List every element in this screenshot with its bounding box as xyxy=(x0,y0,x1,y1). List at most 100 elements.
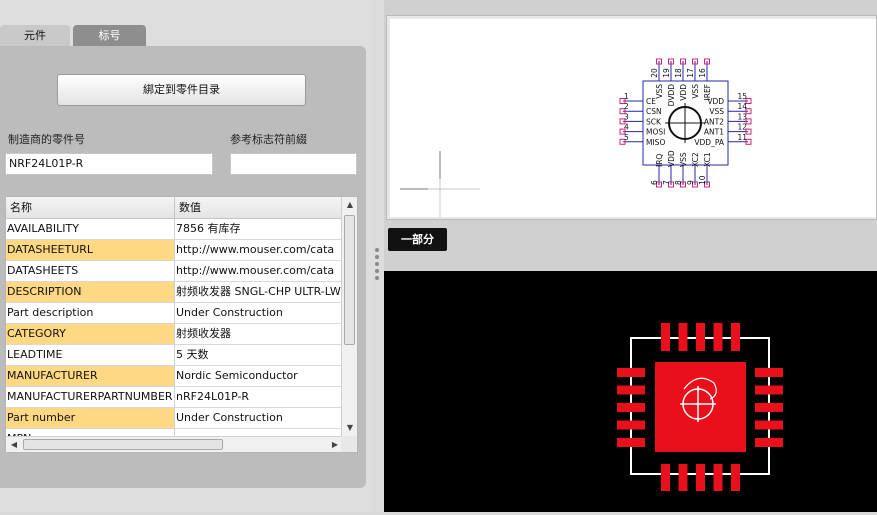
pin-name: VSS xyxy=(679,152,688,167)
table-header: 名称 数值 xyxy=(6,197,343,219)
table-row[interactable]: MANUFACTURER Nordic Semiconductor xyxy=(6,366,343,387)
footprint-pad xyxy=(731,464,740,491)
pin-number: 13 xyxy=(737,112,747,121)
property-value-cell[interactable]: 射频收发器 SNGL-CHP ULTR-LW xyxy=(175,282,343,302)
vertical-scrollbar[interactable]: ▲ ▼ xyxy=(341,197,357,436)
scrollbar-corner xyxy=(341,436,357,452)
bind-to-parts-catalog-button[interactable]: 綁定到零件目录 xyxy=(57,74,306,106)
table-row[interactable]: Part number Under Construction xyxy=(6,408,343,429)
property-name-cell: DATASHEETS xyxy=(6,261,175,281)
footprint-pad xyxy=(755,368,783,377)
property-value-cell[interactable]: nRF24L01P-R xyxy=(175,387,343,407)
property-name-cell: MANUFACTURER xyxy=(6,366,175,386)
table-row[interactable]: LEADTIME 5 天数 xyxy=(6,345,343,366)
horizontal-scrollbar[interactable]: ◀ ▶ xyxy=(6,436,343,452)
pin-number: 5 xyxy=(624,133,629,142)
column-header-value[interactable]: 数值 xyxy=(175,197,343,219)
table-row[interactable]: MANUFACTURERPARTNUMBER nRF24L01P-R xyxy=(6,387,343,408)
footprint-pad xyxy=(661,464,670,491)
pin-name: DVDD xyxy=(667,84,676,107)
vertical-scroll-thumb[interactable] xyxy=(344,215,355,345)
tab-designator[interactable]: 标号 xyxy=(73,25,146,46)
pin-number: 18 xyxy=(674,68,683,78)
pin-number: 4 xyxy=(624,123,629,132)
manufacturer-part-input[interactable]: NRF24L01P-R xyxy=(5,153,213,175)
pin-name: XC2 xyxy=(691,152,700,167)
pcb-footprint-preview xyxy=(384,271,877,512)
pin-name: SCK xyxy=(646,117,662,126)
footprint-pad xyxy=(678,323,688,351)
table-row[interactable]: DATASHEETURL http://www.mouser.com/cata xyxy=(6,240,343,261)
property-name-cell: MANUFACTURERPARTNUMBER xyxy=(6,387,175,407)
origin-crosshair xyxy=(400,151,480,217)
footprint-pad xyxy=(713,464,723,491)
property-value-cell[interactable]: Nordic Semiconductor xyxy=(175,366,343,386)
footprint-pad xyxy=(617,385,645,395)
footprint-pad xyxy=(661,323,670,351)
table-row[interactable]: DESCRIPTION 射频收发器 SNGL-CHP ULTR-LW xyxy=(6,282,343,303)
pin-number: 16 xyxy=(698,68,707,78)
pin-name: VDD xyxy=(667,150,676,167)
pin-number: 10 xyxy=(698,175,707,185)
pin-number: 20 xyxy=(650,68,659,78)
table-row[interactable]: AVAILABILITY 7856 有库存 xyxy=(6,219,343,240)
property-name-cell: CATEGORY xyxy=(6,324,175,344)
property-value-cell[interactable]: http://www.mouser.com/cata xyxy=(175,261,343,281)
schematic-preview-frame: 1 CE 15 VDD 20 VSS 6 IRQ 2 CSN 14 VSS 19 DVDD 7 VDD 3 SCK… xyxy=(386,15,877,220)
property-value-cell[interactable]: 5 天数 xyxy=(175,345,343,365)
grip-dot xyxy=(375,262,379,266)
properties-panel: 元件 标号 綁定到零件目录 制造商的零件号 参考标志符前綴 NRF24L01P-… xyxy=(0,0,372,512)
scroll-down-icon[interactable]: ▼ xyxy=(342,420,357,436)
pin-name: ANT2 xyxy=(704,117,724,126)
panel-splitter[interactable] xyxy=(372,0,384,512)
pin-number: 15 xyxy=(737,92,747,101)
footprint-pad xyxy=(755,420,783,430)
pin-number: 9 xyxy=(686,180,695,185)
scroll-up-icon[interactable]: ▲ xyxy=(342,197,357,213)
pin-name: MISO xyxy=(646,138,665,147)
footprint-pad xyxy=(713,323,723,351)
pin-name: VSS xyxy=(709,107,724,116)
designator-prefix-input[interactable] xyxy=(230,153,357,175)
designator-prefix-label: 参考标志符前綴 xyxy=(230,133,307,146)
property-value-cell[interactable]: Under Construction xyxy=(175,408,343,428)
horizontal-scroll-thumb[interactable] xyxy=(23,439,223,450)
property-value-cell[interactable]: http://www.mouser.com/cata xyxy=(175,240,343,260)
grip-dot xyxy=(375,248,379,252)
pin-name: CSN xyxy=(646,107,662,116)
table-row[interactable]: Part description Under Construction xyxy=(6,303,343,324)
property-value-cell[interactable]: Under Construction xyxy=(175,303,343,323)
pin-name: IRQ xyxy=(655,154,664,167)
pin-number: 7 xyxy=(662,180,671,185)
pin-number: 6 xyxy=(650,180,659,185)
pin-number: 14 xyxy=(737,102,747,111)
footprint-pad xyxy=(731,323,740,351)
grip-dot xyxy=(375,269,379,273)
grip-dot xyxy=(375,276,379,280)
property-value-cell[interactable]: 射频收发器 xyxy=(175,324,343,344)
column-header-name[interactable]: 名称 xyxy=(6,197,175,219)
pin-name: XC1 xyxy=(703,152,712,167)
pin-name: IREF xyxy=(703,84,712,100)
scroll-left-icon[interactable]: ◀ xyxy=(6,437,22,452)
pin-number: 2 xyxy=(624,102,629,111)
pin-name: VSS xyxy=(691,84,700,99)
table-row[interactable]: CATEGORY 射频收发器 xyxy=(6,324,343,345)
footprint-pad xyxy=(617,368,645,377)
thermal-pad xyxy=(655,362,746,452)
footprint-graphic xyxy=(617,323,783,491)
pin-name: ANT1 xyxy=(704,128,724,137)
pin-number: 11 xyxy=(737,133,747,142)
tab-components[interactable]: 元件 xyxy=(0,25,70,46)
pin-name: VDD_PA xyxy=(694,138,724,147)
footprint-pad xyxy=(617,420,645,430)
footprint-pad xyxy=(696,323,705,351)
pin-number: 17 xyxy=(686,68,695,78)
pin-number: 19 xyxy=(662,68,671,78)
footprint-pad xyxy=(755,385,783,395)
table-body: AVAILABILITY 7856 有库存 DATASHEETURL http://w… xyxy=(6,219,343,450)
property-name-cell: DATASHEETURL xyxy=(6,240,175,260)
manufacturer-part-label: 制造商的零件号 xyxy=(8,133,85,146)
property-value-cell[interactable]: 7856 有库存 xyxy=(175,219,343,239)
table-row[interactable]: DATASHEETS http://www.mouser.com/cata xyxy=(6,261,343,282)
